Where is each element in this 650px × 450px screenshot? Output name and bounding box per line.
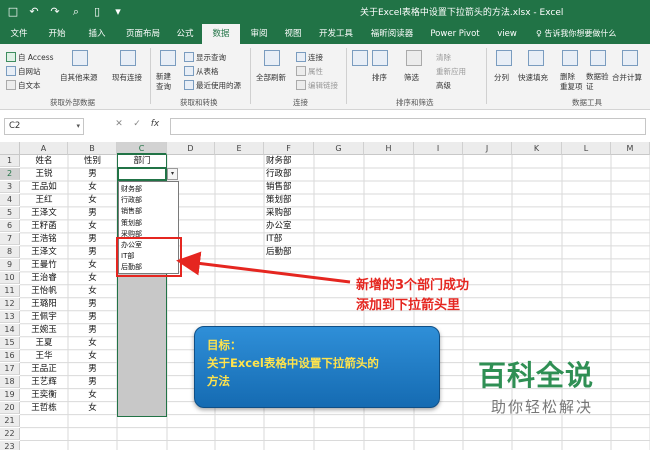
excel-window: □ ↶ ↷ ⌕ ▯ ▾ 关于Excel表格中设置下拉箭头的方法.xlsx - E… bbox=[0, 0, 650, 450]
annotation-text-line1: 新增的3个部门成功 bbox=[356, 278, 470, 293]
watermark: 百科全说 助你轻松解决 bbox=[462, 350, 622, 428]
goal-text-line1: 关于Excel表格中设置下拉箭头的 bbox=[207, 356, 379, 370]
goal-label: 目标： bbox=[207, 338, 242, 352]
annotation-text-line2: 添加到下拉箭头里 bbox=[356, 298, 461, 313]
watermark-title: 百科全说 bbox=[478, 359, 595, 392]
goal-callout: 目标： 关于Excel表格中设置下拉箭头的 方法 bbox=[194, 326, 440, 408]
goal-text-line2: 方法 bbox=[207, 374, 230, 388]
watermark-slogan: 助你轻松解决 bbox=[491, 398, 594, 416]
